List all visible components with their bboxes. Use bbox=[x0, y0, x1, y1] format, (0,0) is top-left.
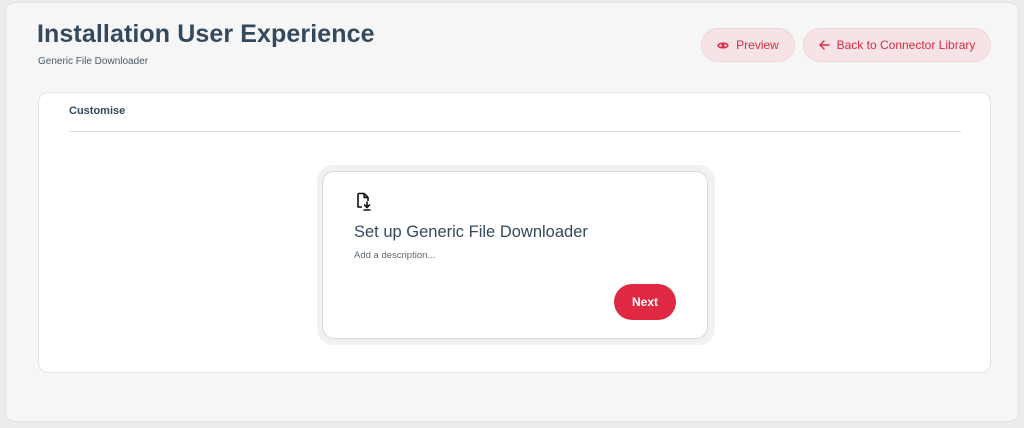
tab-customise[interactable]: Customise bbox=[69, 105, 125, 117]
installation-preview-card: Set up Generic File Downloader Add a des… bbox=[322, 171, 708, 339]
preview-button-label: Preview bbox=[736, 38, 779, 52]
customise-panel: Customise Set up Generic File Downloader… bbox=[38, 92, 991, 373]
file-download-icon bbox=[356, 192, 372, 212]
app-frame: Installation User Experience Generic Fil… bbox=[5, 2, 1019, 422]
page-subtitle: Generic File Downloader bbox=[38, 56, 149, 67]
preview-button[interactable]: Preview bbox=[701, 28, 795, 62]
back-to-connector-library-button[interactable]: Back to Connector Library bbox=[803, 28, 991, 62]
card-description[interactable]: Add a description... bbox=[354, 250, 435, 261]
eye-icon bbox=[717, 41, 729, 50]
back-button-label: Back to Connector Library bbox=[836, 38, 976, 52]
arrow-left-icon bbox=[818, 40, 830, 50]
next-button[interactable]: Next bbox=[614, 284, 676, 320]
card-title: Set up Generic File Downloader bbox=[354, 223, 588, 241]
tab-divider bbox=[69, 131, 961, 132]
page-title: Installation User Experience bbox=[37, 20, 375, 48]
